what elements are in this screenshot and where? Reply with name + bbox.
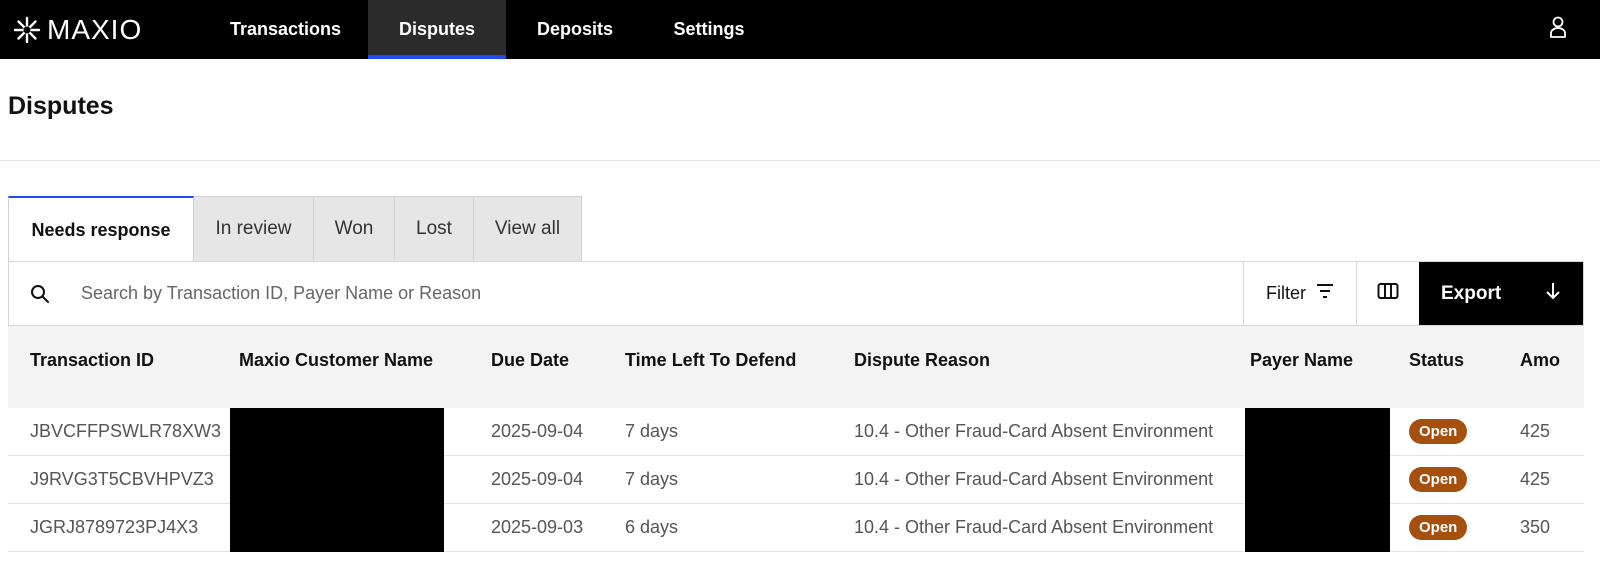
arrow-down-icon (1545, 281, 1561, 307)
user-icon (1549, 16, 1567, 43)
cell-time-left: 7 days (625, 421, 679, 441)
search-input[interactable] (9, 262, 1243, 325)
filter-icon (1316, 283, 1334, 304)
redacted-payer-name (1245, 408, 1390, 456)
col-transaction-id[interactable]: Transaction ID (30, 350, 154, 371)
cell-amount: 425 (1520, 469, 1551, 489)
nav-transactions[interactable]: Transactions (203, 0, 368, 59)
col-amount[interactable]: Amo (1520, 350, 1560, 371)
col-payer-name[interactable]: Payer Name (1250, 350, 1353, 371)
top-nav: MAXIO Transactions Disputes Deposits Set… (0, 0, 1600, 59)
table-header: Transaction ID Maxio Customer Name Due D… (8, 326, 1584, 408)
cell-transaction-id[interactable]: JBVCFFPSWLR78XW3 (30, 421, 221, 442)
search-wrap (9, 262, 1243, 325)
cell-amount: 425 (1520, 421, 1551, 441)
redacted-customer-name (230, 456, 444, 504)
user-menu-button[interactable] (1546, 16, 1570, 43)
cell-time-left: 6 days (625, 517, 679, 537)
col-due-date[interactable]: Due Date (491, 350, 569, 371)
export-label: Export (1441, 282, 1502, 304)
tab-won[interactable]: Won (314, 196, 395, 262)
redacted-payer-name (1245, 504, 1390, 552)
cell-dispute-reason: 10.4 - Other Fraud-Card Absent Environme… (854, 421, 1214, 441)
tab-lost[interactable]: Lost (395, 196, 474, 262)
cell-transaction-id[interactable]: JGRJ8789723PJ4X3 (30, 517, 198, 538)
redacted-customer-name (230, 504, 444, 552)
filter-label: Filter (1266, 283, 1306, 303)
cell-dispute-reason: 10.4 - Other Fraud-Card Absent Environme… (854, 469, 1214, 489)
cell-due-date: 2025-09-04 (491, 469, 584, 489)
tab-needs-response[interactable]: Needs response (8, 196, 194, 262)
col-time-left[interactable]: Time Left To Defend (625, 350, 796, 371)
col-customer-name[interactable]: Maxio Customer Name (239, 350, 433, 371)
cell-transaction-id[interactable]: J9RVG3T5CBVHPVZ3 (30, 469, 214, 490)
table-row[interactable]: JGRJ8789723PJ4X3 2025-09-03 6 days 10.4 … (8, 504, 1584, 552)
table-row[interactable]: J9RVG3T5CBVHPVZ3 2025-09-04 7 days 10.4 … (8, 456, 1584, 504)
filter-button[interactable]: Filter (1243, 262, 1356, 325)
cell-time-left: 7 days (625, 469, 679, 489)
brand[interactable]: MAXIO (0, 0, 190, 59)
columns-icon (1377, 282, 1399, 305)
table-toolbar: Filter Export (8, 261, 1584, 326)
tab-view-all[interactable]: View all (474, 196, 582, 262)
search-icon (29, 283, 51, 310)
status-badge: Open (1409, 515, 1468, 540)
nav-deposits[interactable]: Deposits (506, 0, 644, 59)
cell-amount: 350 (1520, 517, 1551, 537)
cell-due-date: 2025-09-04 (491, 421, 584, 441)
cell-due-date: 2025-09-03 (491, 517, 584, 537)
status-badge: Open (1409, 419, 1468, 444)
brand-name: MAXIO (47, 13, 143, 45)
disputes-table: Transaction ID Maxio Customer Name Due D… (8, 326, 1584, 552)
cell-dispute-reason: 10.4 - Other Fraud-Card Absent Environme… (854, 517, 1214, 537)
columns-button[interactable] (1356, 262, 1419, 325)
export-button[interactable]: Export (1419, 262, 1583, 325)
nav-disputes[interactable]: Disputes (368, 0, 506, 59)
tab-in-review[interactable]: In review (194, 196, 314, 262)
col-dispute-reason[interactable]: Dispute Reason (854, 350, 990, 371)
nav-settings[interactable]: Settings (644, 0, 774, 59)
dispute-tabs: Needs response In review Won Lost View a… (8, 196, 582, 262)
col-status[interactable]: Status (1409, 350, 1464, 371)
header-divider (0, 160, 1600, 161)
brand-logo-icon (13, 16, 41, 44)
redacted-payer-name (1245, 456, 1390, 504)
redacted-customer-name (230, 408, 444, 456)
status-badge: Open (1409, 467, 1468, 492)
table-row[interactable]: JBVCFFPSWLR78XW3 2025-09-04 7 days 10.4 … (8, 408, 1584, 456)
page-title: Disputes (8, 92, 114, 120)
